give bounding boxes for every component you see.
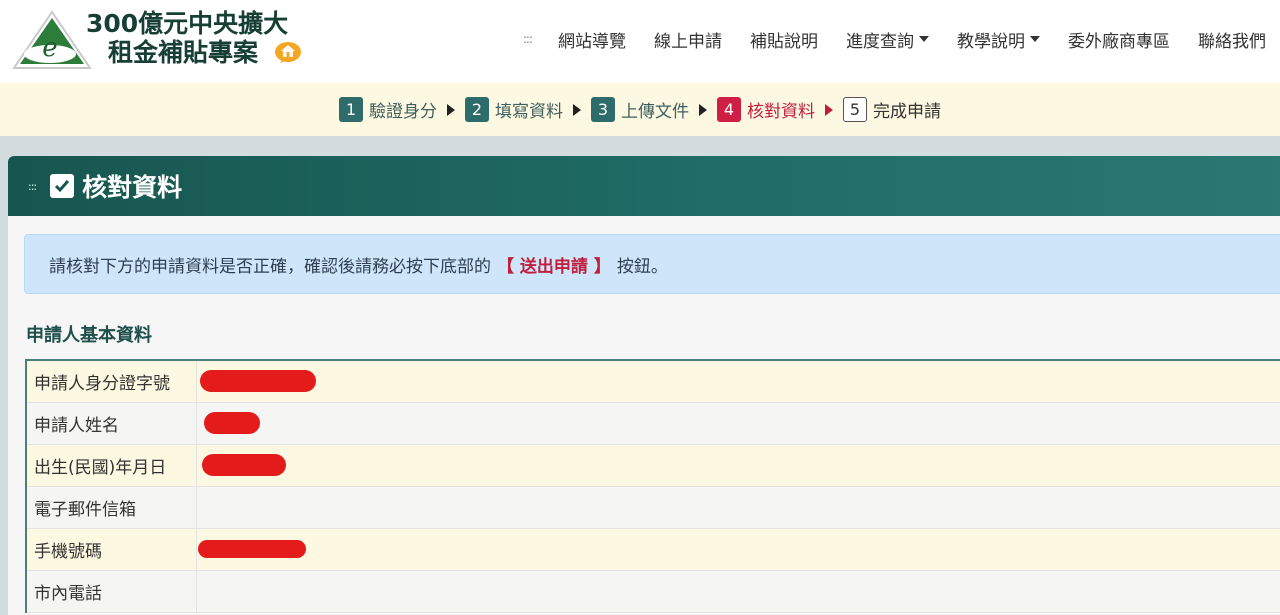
- panel-accesskey-dots[interactable]: :::: [28, 180, 37, 193]
- row-value: [196, 486, 1280, 529]
- step-verify-identity: 1 驗證身分: [339, 97, 437, 122]
- step-complete: 5 完成申請: [843, 97, 941, 122]
- table-row: 電子郵件信箱: [26, 486, 1280, 529]
- row-value: [196, 360, 1280, 403]
- row-value: [196, 528, 1280, 571]
- nav-online-apply[interactable]: 線上申請: [640, 27, 736, 52]
- step-number: 3: [591, 97, 615, 122]
- step-arrow-icon: [825, 103, 833, 116]
- verify-panel: ::: 核對資料 請核對下方的申請資料是否正確，確認後請務必按下底部的 【 送出…: [8, 156, 1280, 615]
- info-alert: 請核對下方的申請資料是否正確，確認後請務必按下底部的 【 送出申請 】 按鈕。: [24, 234, 1280, 294]
- logo-line-2: 租金補貼專案: [108, 38, 259, 67]
- table-row: 市內電話: [26, 570, 1280, 613]
- section-title: 申請人基本資料: [26, 325, 152, 346]
- svg-text:e: e: [42, 33, 57, 63]
- step-number: 2: [465, 97, 489, 122]
- panel-header: ::: 核對資料: [8, 156, 1280, 216]
- nav-accesskey-dots[interactable]: :::: [523, 32, 533, 46]
- site-header: e 300億元中央擴大 租金補貼專案 ::: 網站導覽 線上申請 補貼說明 進度…: [0, 0, 1280, 83]
- step-verify-data: 4 核對資料: [717, 97, 815, 122]
- step-number: 5: [843, 97, 867, 122]
- nav-subsidy-info[interactable]: 補貼說明: [736, 27, 832, 52]
- table-row: 申請人身分證字號: [26, 360, 1280, 403]
- site-logo[interactable]: e 300億元中央擴大 租金補貼專案: [10, 8, 310, 74]
- row-value: [196, 570, 1280, 613]
- nav-tutorial[interactable]: 教學說明: [943, 27, 1054, 52]
- step-label: 上傳文件: [621, 102, 689, 122]
- row-value: [196, 402, 1280, 445]
- nav-site-map[interactable]: 網站導覽: [544, 27, 640, 52]
- nav-label: 網站導覽: [558, 31, 626, 52]
- alert-text-before: 請核對下方的申請資料是否正確，確認後請務必按下底部的: [49, 256, 491, 277]
- checkbox-checked-icon: [50, 174, 75, 198]
- alert-text-after: 按鈕。: [616, 256, 668, 277]
- table-row: 申請人姓名: [26, 402, 1280, 445]
- logo-emblem-icon: e: [12, 10, 92, 69]
- applicant-info-table: 申請人身分證字號 申請人姓名 出生(民國)年月日 電子郵件信箱 手機號碼 市內電…: [25, 359, 1280, 613]
- step-number: 4: [717, 97, 741, 122]
- row-label: 電子郵件信箱: [26, 486, 197, 529]
- progress-steps: 1 驗證身分 2 填寫資料 3 上傳文件 4 核對資料 5 完成申請: [0, 83, 1280, 136]
- row-label: 市內電話: [26, 570, 197, 613]
- redaction-mark: [201, 454, 286, 476]
- row-label: 手機號碼: [26, 528, 197, 571]
- redaction-mark: [203, 412, 260, 434]
- row-value: [196, 444, 1280, 487]
- row-label: 申請人身分證字號: [26, 360, 197, 403]
- alert-highlight: 【 送出申請 】: [497, 256, 611, 277]
- table-row: 手機號碼: [26, 528, 1280, 571]
- logo-line-1: 300億元中央擴大: [86, 9, 289, 38]
- step-arrow-icon: [447, 103, 455, 116]
- caret-down-icon: [919, 36, 929, 42]
- nav-label: 教學說明: [957, 31, 1025, 52]
- nav-label: 線上申請: [654, 31, 722, 52]
- step-number: 1: [339, 97, 363, 122]
- nav-label: 聯絡我們: [1198, 31, 1266, 52]
- row-label: 申請人姓名: [26, 402, 197, 445]
- main-nav: ::: 網站導覽 線上申請 補貼說明 進度查詢 教學說明 委外廠商專區 聯絡我們: [523, 26, 1280, 52]
- step-arrow-icon: [699, 103, 707, 116]
- nav-label: 補貼說明: [750, 31, 818, 52]
- home-bubble-icon: [275, 42, 301, 63]
- nav-vendor-area[interactable]: 委外廠商專區: [1054, 27, 1184, 52]
- nav-label: 進度查詢: [846, 31, 914, 52]
- nav-progress-query[interactable]: 進度查詢: [832, 27, 943, 52]
- table-row: 出生(民國)年月日: [26, 444, 1280, 487]
- redaction-mark: [199, 370, 316, 393]
- step-label: 驗證身分: [369, 102, 437, 122]
- nav-contact-us[interactable]: 聯絡我們: [1184, 27, 1280, 52]
- nav-label: 委外廠商專區: [1068, 31, 1170, 52]
- step-label: 填寫資料: [495, 102, 563, 122]
- page-title: 核對資料: [82, 173, 183, 202]
- row-label: 出生(民國)年月日: [26, 444, 197, 487]
- step-label: 完成申請: [873, 102, 941, 122]
- redaction-mark: [197, 540, 306, 558]
- step-arrow-icon: [573, 103, 581, 116]
- step-label: 核對資料: [747, 102, 815, 122]
- caret-down-icon: [1030, 36, 1040, 42]
- step-upload-docs: 3 上傳文件: [591, 97, 689, 122]
- step-fill-data: 2 填寫資料: [465, 97, 563, 122]
